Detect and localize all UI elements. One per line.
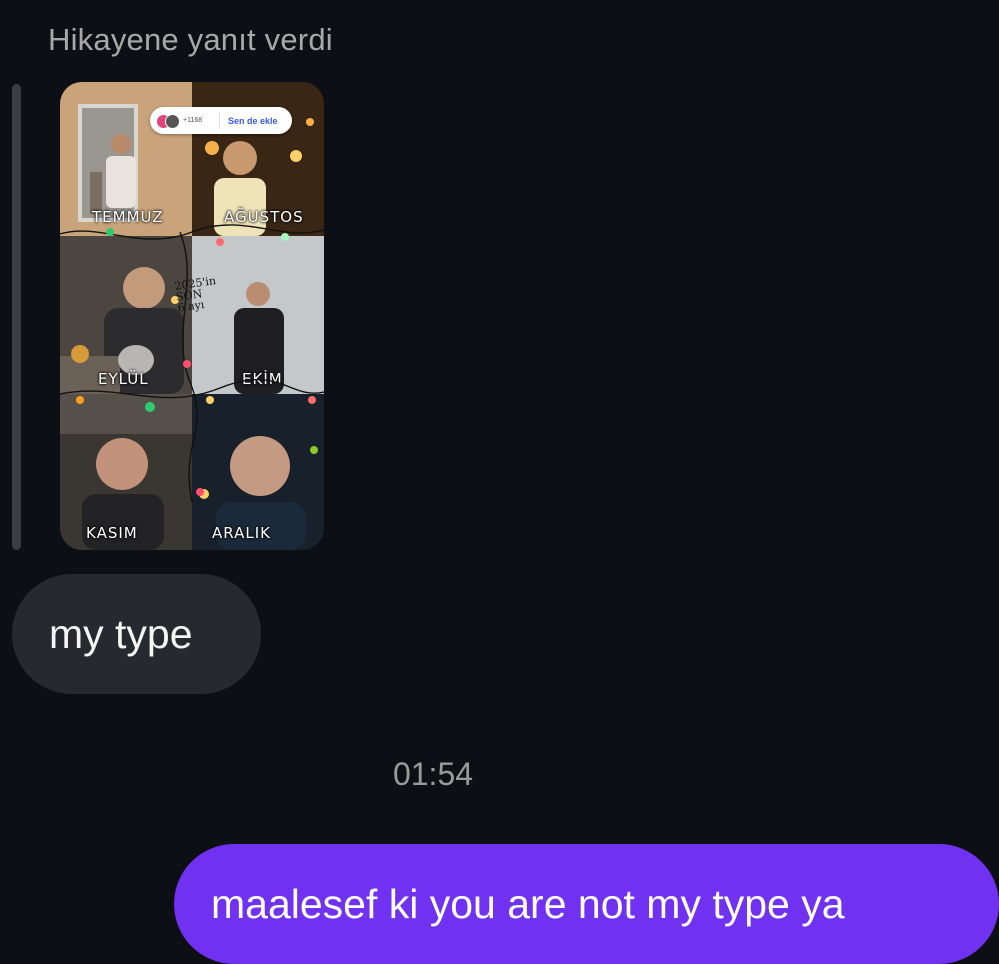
outgoing-message-bubble[interactable]: maalesef ki you are not my type ya <box>174 844 999 964</box>
story-handwritten-note: 2025'in SON 6 ayı <box>174 274 218 314</box>
participant-count: +1168 <box>183 117 203 124</box>
reply-header: Hikayene yanıt verdi <box>48 22 333 57</box>
add-yours-button[interactable]: Sen de ekle <box>228 116 278 126</box>
reply-quote-bar <box>12 84 21 550</box>
incoming-message-bubble[interactable]: my type <box>12 574 261 694</box>
incoming-message-text: my type <box>49 610 193 657</box>
add-yours-sticker[interactable]: +1168 Sen de ekle <box>150 107 292 134</box>
avatar <box>165 113 180 129</box>
story-thumbnail[interactable]: TEMMUZ AĞUSTOS EYLÜL EKİM KASIM ARALIK 2… <box>60 82 324 550</box>
participant-avatars <box>156 112 182 130</box>
divider <box>219 112 220 129</box>
outgoing-message-text: maalesef ki you are not my type ya <box>211 880 845 927</box>
message-timestamp: 01:54 <box>392 756 474 792</box>
fairy-lights-decoration <box>60 224 324 503</box>
